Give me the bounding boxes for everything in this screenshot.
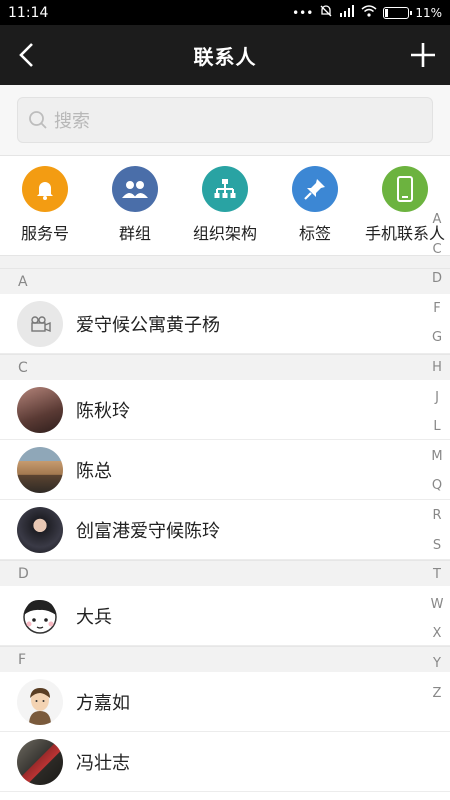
- quick-label: 服务号: [20, 224, 69, 243]
- mute-bell-icon: [319, 4, 333, 21]
- avatar: [17, 446, 63, 493]
- battery-icon: [383, 6, 413, 19]
- status-bar: 11:14 ••• 11%: [0, 0, 450, 25]
- avatar: [17, 738, 63, 785]
- quick-org-structure[interactable]: 组织架构: [180, 166, 270, 255]
- index-letter-d[interactable]: D: [432, 264, 442, 294]
- quick-groups[interactable]: 群组: [90, 166, 180, 255]
- status-icons: ••• 11%: [292, 4, 442, 21]
- index-letter-r[interactable]: R: [432, 501, 441, 531]
- contact-name: 陈秋玲: [76, 400, 130, 422]
- avatar: [17, 300, 63, 347]
- top-bar: 联系人: [0, 25, 450, 85]
- section-header-a: A: [0, 268, 450, 294]
- quick-tags[interactable]: 标签: [270, 166, 360, 255]
- section-header-d: D: [0, 560, 450, 586]
- index-letter-s[interactable]: S: [433, 531, 441, 561]
- contact-name: 创富港爱守候陈玲: [76, 520, 220, 542]
- contact-name: 爱守候公寓黄子杨: [76, 314, 220, 336]
- avatar: [17, 386, 63, 433]
- search-input[interactable]: 搜索: [17, 97, 433, 143]
- quick-actions: 服务号 群组 组织架构 标签 手机联系人: [0, 156, 450, 256]
- quick-label: 群组: [118, 224, 151, 243]
- index-letter-j[interactable]: J: [435, 383, 439, 413]
- search-area: 搜索: [0, 85, 450, 156]
- battery-percent: 11%: [415, 5, 442, 20]
- contact-row[interactable]: 陈秋玲: [0, 380, 450, 440]
- contact-row[interactable]: 方嘉如: [0, 672, 450, 732]
- quick-service-accounts[interactable]: 服务号: [0, 166, 90, 255]
- index-letter-h[interactable]: H: [432, 353, 442, 383]
- back-button[interactable]: [12, 40, 42, 70]
- index-letter-f[interactable]: F: [433, 294, 440, 324]
- index-letter-c[interactable]: C: [432, 235, 441, 265]
- plus-icon: [411, 43, 435, 67]
- search-icon: [29, 111, 47, 129]
- index-letter-x[interactable]: X: [433, 619, 442, 649]
- section-header-f: F: [0, 646, 450, 672]
- avatar: [17, 678, 63, 725]
- bell-icon: [22, 166, 68, 212]
- section-spacer: [0, 256, 450, 268]
- page-title: 联系人: [193, 44, 257, 69]
- status-time: 11:14: [8, 4, 49, 21]
- back-arrow-icon: [19, 43, 33, 67]
- contact-row[interactable]: 爱守候公寓黄子杨: [0, 294, 450, 354]
- index-letter-m[interactable]: M: [431, 442, 442, 472]
- phone-icon: [382, 166, 428, 212]
- search-placeholder: 搜索: [54, 111, 90, 132]
- quick-label: 组织架构: [192, 224, 257, 243]
- index-letter-w[interactable]: W: [431, 590, 444, 620]
- add-contact-button[interactable]: [408, 40, 438, 70]
- index-letter-l[interactable]: L: [433, 412, 440, 442]
- index-letter-t[interactable]: T: [433, 560, 441, 590]
- more-dots-icon: •••: [292, 5, 314, 20]
- signal-icon: [339, 5, 355, 20]
- contact-row[interactable]: 陈总: [0, 440, 450, 500]
- alphabet-index[interactable]: ACDFGHJLMQRSTWXYZ: [428, 205, 446, 708]
- contact-row[interactable]: 大兵: [0, 586, 450, 646]
- index-letter-g[interactable]: G: [432, 323, 442, 353]
- org-chart-icon: [202, 166, 248, 212]
- video-camera-icon: [31, 315, 51, 332]
- index-letter-y[interactable]: Y: [433, 649, 441, 679]
- contact-name: 方嘉如: [76, 692, 130, 714]
- index-letter-a[interactable]: A: [433, 205, 442, 235]
- avatar: [17, 506, 63, 553]
- index-letter-z[interactable]: Z: [433, 679, 442, 709]
- avatar: [17, 592, 63, 639]
- contact-name: 大兵: [76, 606, 112, 628]
- contact-row[interactable]: 创富港爱守候陈玲: [0, 500, 450, 560]
- group-icon: [112, 166, 158, 212]
- quick-label: 标签: [298, 224, 331, 243]
- contact-name: 陈总: [76, 460, 112, 482]
- wifi-icon: [361, 5, 377, 20]
- pin-icon: [292, 166, 338, 212]
- section-header-c: C: [0, 354, 450, 380]
- contact-row[interactable]: 冯壮志: [0, 732, 450, 792]
- index-letter-q[interactable]: Q: [432, 471, 442, 501]
- contact-name: 冯壮志: [76, 752, 130, 774]
